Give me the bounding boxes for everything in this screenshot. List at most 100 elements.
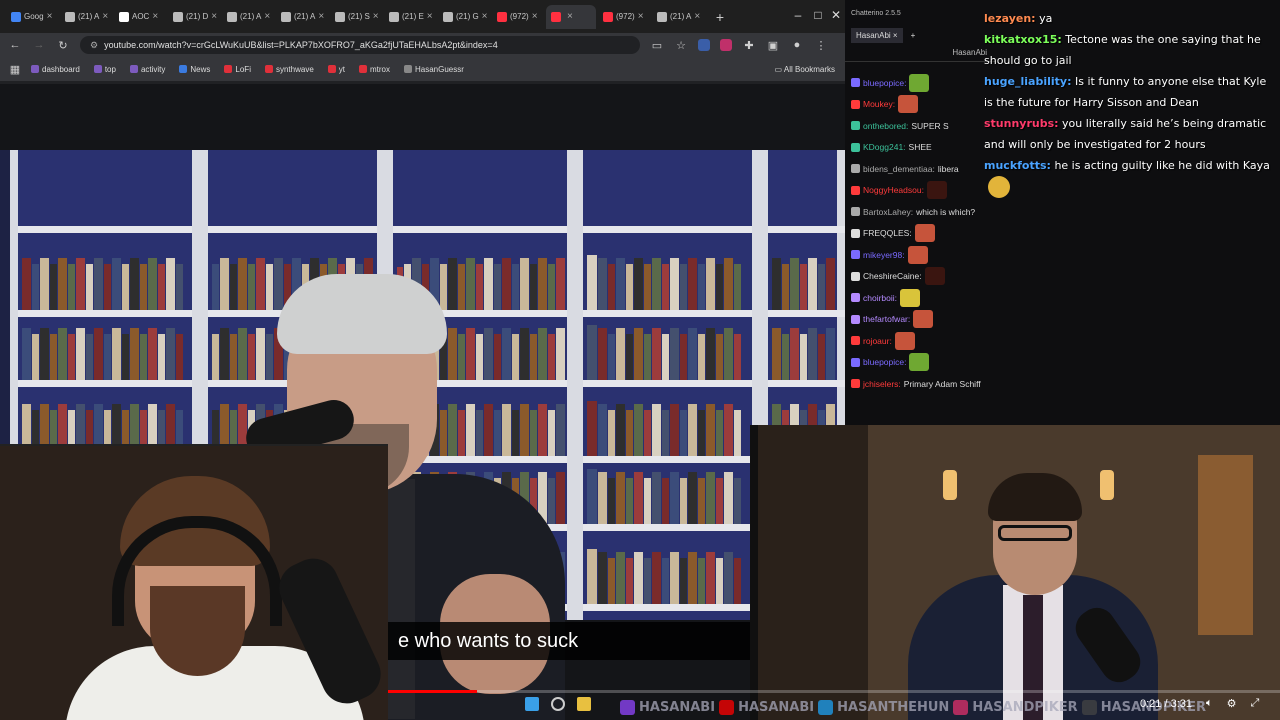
browser-tab[interactable]: (972) × [492, 5, 544, 29]
chat-username[interactable]: Moukey: [863, 99, 895, 109]
chat-username[interactable]: FREQQLES: [863, 228, 912, 238]
tab-close-icon[interactable]: × [211, 11, 217, 22]
book [716, 410, 723, 456]
browser-tab[interactable]: × [546, 4, 596, 29]
chat-username[interactable]: BartoxLahey: [863, 207, 913, 217]
browser-tab[interactable]: (21) A × [276, 5, 328, 29]
browser-tab[interactable]: (21) S × [330, 5, 382, 29]
search-icon[interactable] [551, 697, 565, 711]
tab-close-icon[interactable]: × [482, 11, 488, 22]
shelf-plank [393, 226, 567, 233]
tab-close-icon[interactable]: × [264, 11, 270, 22]
chat-username[interactable]: KDogg241: [863, 142, 906, 152]
add-tab-icon[interactable]: + [911, 31, 916, 40]
chat-username[interactable]: NoggyHeadsou: [863, 185, 924, 195]
sidepanel-icon[interactable]: ▣ [766, 39, 780, 52]
chat-badge-icon [851, 250, 860, 260]
shelf-plank [208, 226, 377, 233]
browser-tab[interactable]: (21) A × [222, 5, 274, 29]
cast-icon[interactable]: ▭ [650, 39, 664, 52]
tab-close-icon[interactable]: × [567, 11, 573, 22]
minimize-icon[interactable]: – [790, 8, 806, 22]
book [112, 258, 121, 310]
tab-close-icon[interactable]: × [373, 11, 379, 22]
book [104, 264, 111, 310]
tab-close-icon[interactable]: × [532, 11, 538, 22]
bookmark-item[interactable]: LoFi [219, 65, 256, 74]
tab-close-icon[interactable]: × [427, 11, 433, 22]
apps-grid-icon[interactable]: ▦ [8, 63, 22, 76]
bookmark-item[interactable]: dashboard [26, 65, 85, 74]
browser-tab[interactable]: Goog × [6, 5, 58, 29]
book [706, 404, 715, 456]
book [634, 258, 643, 310]
tab-close-icon[interactable]: × [893, 31, 898, 40]
browser-tab[interactable]: (21) A × [60, 5, 112, 29]
chat-username[interactable]: mikeyer98: [863, 250, 905, 260]
browser-tab[interactable]: (21) D × [168, 5, 220, 29]
browser-tab[interactable]: (21) E × [384, 5, 436, 29]
book [50, 264, 57, 310]
bookmark-star-icon[interactable]: ☆ [674, 39, 688, 52]
extensions-puzzle-icon[interactable]: ✚ [742, 39, 756, 52]
menu-icon[interactable]: ⋮ [814, 39, 828, 52]
reload-icon[interactable]: ↻ [56, 39, 70, 52]
tab-hasanabi[interactable]: HasanAbi × [851, 27, 903, 43]
bookmark-item[interactable]: News [174, 65, 215, 74]
close-window-icon[interactable]: ✕ [828, 8, 844, 22]
bookmark-item[interactable]: HasanGuessr [399, 65, 469, 74]
chat-username[interactable]: thefartofwar: [863, 314, 910, 324]
browser-tab[interactable]: AOC × [114, 5, 166, 29]
book [148, 258, 157, 310]
fullscreen-icon[interactable]: ⤢ [1251, 697, 1260, 710]
chat-username[interactable]: bluepopice: [863, 78, 906, 88]
video-progress-bar[interactable] [388, 690, 1280, 693]
chat-username[interactable]: jchiselers: [863, 379, 901, 389]
subtitle-text: e who wants to suck [398, 629, 579, 652]
bookmark-item[interactable]: mtrox [354, 65, 395, 74]
back-icon[interactable]: ← [8, 39, 22, 51]
tab-close-icon[interactable]: × [318, 11, 324, 22]
address-bar[interactable]: ⚙ youtube.com/watch?v=crGcLWuKuUB&list=P… [80, 36, 640, 54]
book [626, 264, 633, 310]
tab-favicon-icon [281, 11, 291, 22]
bookmark-item[interactable]: synthwave [260, 65, 319, 74]
chat-username[interactable]: rojoaur: [863, 336, 892, 346]
profile-icon[interactable]: ● [790, 39, 804, 51]
maximize-icon[interactable]: □ [810, 8, 826, 22]
tab-favicon-icon [443, 11, 453, 22]
browser-tab[interactable]: (21) A × [652, 5, 704, 29]
shelf-plank [583, 456, 752, 463]
browser-tab[interactable]: (21) G × [438, 5, 490, 29]
chat-username[interactable]: CheshireCaine: [863, 271, 922, 281]
bookmark-item[interactable]: yt [323, 65, 350, 74]
site-info-icon[interactable]: ⚙ [90, 40, 98, 51]
book [644, 478, 651, 524]
chat-username[interactable]: bluepopice: [863, 357, 906, 367]
bookmark-item[interactable]: activity [125, 65, 170, 74]
shelf-plank [583, 604, 752, 611]
tab-close-icon[interactable]: × [694, 11, 700, 22]
all-bookmarks-link[interactable]: ▭ All Bookmarks [775, 65, 835, 74]
tab-close-icon[interactable]: × [638, 11, 644, 22]
tab-close-icon[interactable]: × [102, 11, 108, 22]
extension-icon[interactable] [720, 39, 732, 51]
volume-icon[interactable]: 🔈︎ [1206, 697, 1213, 710]
bookmark-label: synthwave [275, 64, 314, 74]
bookmark-item[interactable]: top [89, 65, 121, 74]
browser-tab[interactable]: (972) × [598, 5, 650, 29]
file-explorer-icon[interactable] [577, 697, 591, 711]
chat-username[interactable]: choirboii: [863, 293, 897, 303]
book [680, 410, 687, 456]
chat-username[interactable]: onthebored: [863, 121, 908, 131]
forward-icon[interactable]: → [32, 39, 46, 51]
tab-close-icon[interactable]: × [47, 11, 53, 22]
extension-icon[interactable] [698, 39, 710, 51]
tab-close-icon[interactable]: × [152, 11, 158, 22]
bookmark-list: dashboard top activity News LoFi synthwave yt m… [26, 65, 469, 74]
book [22, 258, 31, 310]
chat-username[interactable]: bidens_dementiaa: [863, 164, 935, 174]
windows-start-icon[interactable] [525, 697, 539, 711]
settings-icon[interactable]: ⚙ [1227, 697, 1237, 710]
new-tab-button[interactable]: + [712, 9, 728, 25]
